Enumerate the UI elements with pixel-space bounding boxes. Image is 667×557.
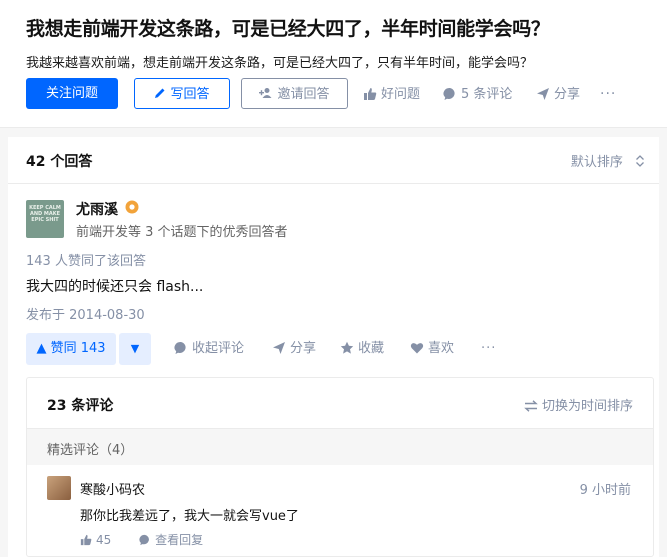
answer-share-button[interactable]: 分享 [272, 333, 316, 365]
star-icon [340, 341, 354, 354]
question-detail: 我越来越喜欢前端，想走前端开发这条路，可是已经大四了，只有半年时间，能学会吗？ [26, 56, 534, 71]
vote-up-button[interactable]: ▲ 赞同 143 [26, 333, 116, 365]
comment-user[interactable]: 寒酸小码农 [80, 479, 145, 498]
pencil-icon [155, 88, 165, 98]
question-title[interactable]: 我想走前端开发这条路，可是已经大四了，半年时间能学会吗？ [26, 14, 550, 41]
collapse-comments-label: 收起评论 [192, 341, 245, 356]
collapse-comments-button[interactable]: 收起评论 [174, 333, 244, 365]
sort-dropdown[interactable]: 默认排序 [571, 151, 645, 170]
switch-sort-label: 切换为时间排序 [541, 399, 633, 414]
heart-icon [410, 343, 424, 354]
question-comments-label: 5 条评论 [461, 87, 513, 102]
thumb-up-icon [80, 534, 92, 546]
answers-panel: 42 个回答 默认排序 KEEP CALM AND MAKE EPIC SHIT… [8, 137, 659, 557]
vote-summary: 143 人赞同了该回答 [26, 254, 146, 269]
write-answer-button[interactable]: 写回答 [134, 78, 230, 109]
good-question-button[interactable]: 好问题 [363, 78, 420, 111]
comments-panel: 23 条评论 切换为时间排序 精选评论（4） 寒酸小码农 9 小时前 那你比我差… [26, 377, 654, 557]
question-more-button[interactable]: ··· [600, 78, 616, 111]
excellent-answerer-badge-icon[interactable] [125, 200, 139, 214]
share-icon [537, 88, 549, 100]
switch-sort-button[interactable]: 切换为时间排序 [524, 395, 633, 414]
vote-down-button[interactable]: ▼ [119, 333, 151, 365]
author-description: 前端开发等 3 个话题下的优秀回答者 [76, 225, 288, 240]
sort-label: 默认排序 [570, 155, 623, 170]
publish-date[interactable]: 发布于 2014-08-30 [26, 304, 145, 323]
share-icon [273, 342, 285, 354]
comment-avatar[interactable] [47, 476, 71, 500]
question-actions: 关注问题 写回答 邀请回答 好问题 5 条评论 分享 ··· [26, 78, 666, 111]
comment-time: 9 小时前 [579, 483, 631, 498]
featured-comments-bar: 精选评论（4） [27, 429, 653, 465]
answers-header: 42 个回答 默认排序 [8, 137, 659, 184]
featured-comments-label: 精选评论（4） [47, 443, 134, 458]
answer-content: 我大四的时候还只会 flash... [26, 279, 204, 295]
comment-text: 那你比我差远了，我大一就会写vue了 [80, 509, 299, 524]
answer-more-button[interactable]: ··· [481, 333, 496, 365]
comment-icon [139, 534, 150, 546]
question-share-label: 分享 [554, 87, 581, 102]
collect-button[interactable]: 收藏 [340, 333, 384, 365]
sort-toggle-icon [636, 155, 644, 167]
question-share-button[interactable]: 分享 [536, 78, 580, 111]
view-replies-button[interactable]: 查看回复 [139, 533, 203, 547]
add-user-icon [259, 88, 272, 98]
write-answer-label: 写回答 [170, 87, 210, 102]
good-question-label: 好问题 [381, 87, 421, 102]
answer-count: 42 个回答 [26, 154, 93, 170]
view-replies-label: 查看回复 [155, 533, 204, 547]
question-comments-button[interactable]: 5 条评论 [443, 78, 512, 111]
follow-question-button[interactable]: 关注问题 [26, 78, 118, 109]
invite-answer-button[interactable]: 邀请回答 [241, 78, 348, 109]
comment-icon [443, 87, 455, 100]
comment-icon [174, 341, 186, 354]
like-label: 喜欢 [428, 341, 455, 356]
answer-share-label: 分享 [290, 341, 317, 356]
swap-icon [524, 400, 538, 412]
comment-like-button[interactable]: 45 [80, 533, 111, 547]
comment-actions: 45 查看回复 [80, 531, 203, 548]
comment-like-count: 45 [96, 533, 112, 547]
like-button[interactable]: 喜欢 [410, 333, 454, 365]
invite-answer-label: 邀请回答 [277, 87, 330, 102]
author-name[interactable]: 尤雨溪 [76, 199, 118, 219]
question-header: 我想走前端开发这条路，可是已经大四了，半年时间能学会吗？ 我越来越喜欢前端，想走… [0, 0, 667, 128]
author-avatar[interactable]: KEEP CALM AND MAKE EPIC SHIT [26, 200, 64, 238]
collect-label: 收藏 [358, 341, 385, 356]
comment-count: 23 条评论 [47, 398, 114, 414]
thumb-up-icon [364, 88, 377, 100]
comments-header: 23 条评论 切换为时间排序 [27, 378, 653, 429]
